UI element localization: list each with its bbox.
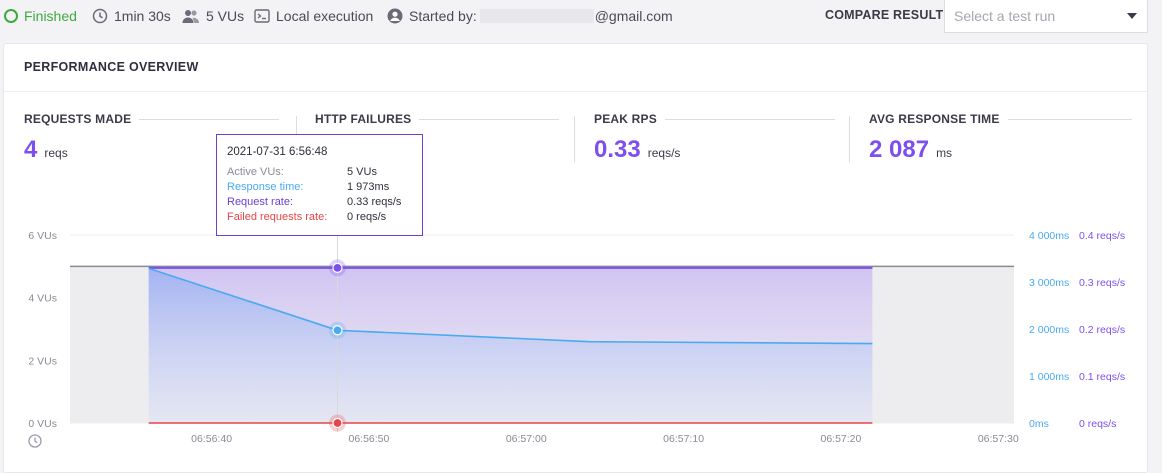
- request-rate-point: [332, 262, 343, 273]
- tooltip-row-label: Active VUs:: [227, 166, 284, 178]
- y-axis-left-tick: 6 VUs: [28, 230, 57, 242]
- tooltip-row-value: 0.33 reqs/s: [347, 196, 402, 208]
- y-axis-ms-tick: 0ms: [1029, 418, 1049, 430]
- x-axis-tick: 06:57:10: [663, 433, 704, 445]
- response-time-point: [332, 325, 343, 336]
- tooltip-time: 2021-07-31 6:56:48: [227, 146, 328, 158]
- x-axis-tick: 06:57:00: [506, 433, 547, 445]
- time-axis-clock-icon: [28, 434, 42, 448]
- tooltip-row-label: Failed requests rate:: [227, 211, 328, 223]
- tooltip-row-value: 1 973ms: [347, 181, 390, 193]
- y-axis-rps-tick: 0.2 reqs/s: [1079, 324, 1125, 336]
- x-axis-tick: 06:57:20: [820, 433, 861, 445]
- tooltip-row-label: Request rate:: [227, 196, 294, 208]
- y-axis-ms-tick: 1 000ms: [1029, 371, 1069, 383]
- x-axis-tick: 06:56:40: [191, 433, 232, 445]
- tooltip-row-value: 0 reqs/s: [347, 211, 387, 223]
- y-axis-ms-tick: 4 000ms: [1029, 230, 1069, 242]
- failed-rate-point: [332, 417, 343, 429]
- y-axis-rps-tick: 0.1 reqs/s: [1079, 371, 1125, 383]
- y-axis-rps-tick: 0 reqs/s: [1079, 418, 1116, 430]
- y-axis-rps-tick: 0.3 reqs/s: [1079, 277, 1125, 289]
- y-axis-left-tick: 4 VUs: [28, 293, 57, 305]
- y-axis-left-tick: 2 VUs: [28, 355, 57, 367]
- tooltip-row-value: 5 VUs: [347, 166, 377, 178]
- y-axis-rps-tick: 0.4 reqs/s: [1079, 230, 1125, 242]
- chart-tooltip: 2021-07-31 6:56:48 Active VUs: 5 VUs Respo…: [216, 134, 423, 236]
- y-axis-left-tick: 0 VUs: [28, 418, 57, 430]
- x-axis-tick: 06:57:30: [978, 433, 1019, 445]
- tooltip-row-label: Response time:: [227, 181, 304, 193]
- y-axis-ms-tick: 3 000ms: [1029, 277, 1069, 289]
- performance-chart[interactable]: 0 VUs 2 VUs 4 VUs 6 VUs 0ms 1 000ms 2 000ms 3 0…: [0, 0, 1162, 461]
- y-axis-ms-tick: 2 000ms: [1029, 324, 1069, 336]
- x-axis-tick: 06:56:50: [348, 433, 389, 445]
